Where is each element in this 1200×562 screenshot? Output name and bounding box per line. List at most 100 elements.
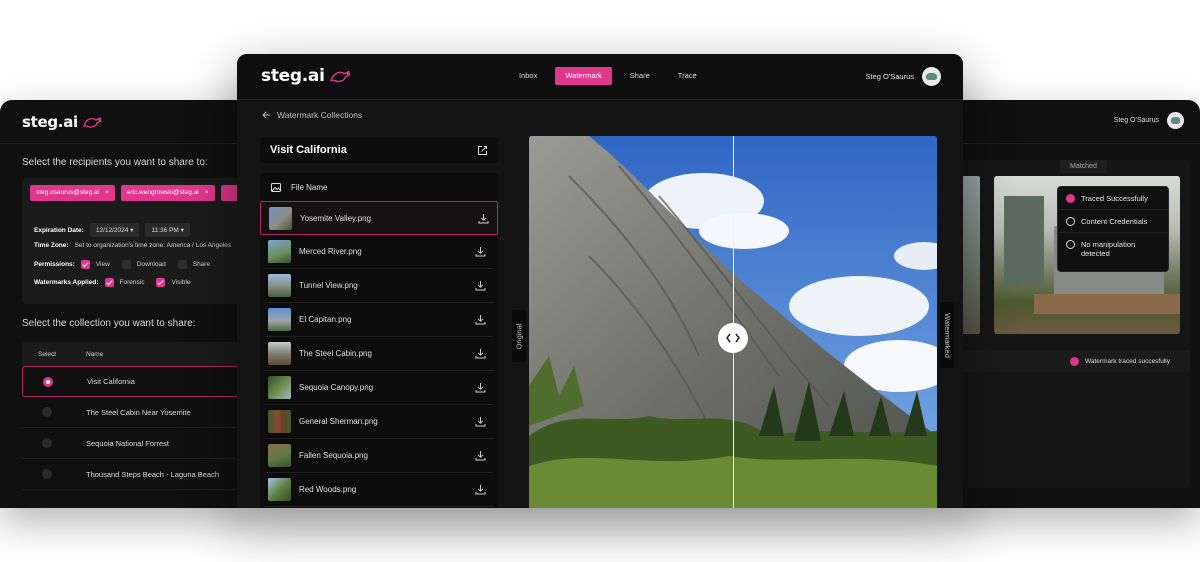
file-name: Sequoia Canopy.png	[299, 383, 374, 392]
trace-result-label: Content Credentials	[1081, 217, 1148, 226]
share-form: steg.osaurus@steg.ai × eric.wengrowski@st…	[22, 178, 250, 304]
share-window: steg.ai Select the recipients you want t…	[0, 100, 250, 508]
trace-result-item[interactable]: Content Credentials	[1058, 210, 1168, 233]
expiration-date: 12/12/2024	[95, 227, 129, 234]
collection-radio[interactable]	[43, 376, 53, 387]
file-name: Yosemite Valley.png	[300, 213, 372, 223]
trace-window: Steg O'Saurus Matched Traced Successfull…	[950, 100, 1200, 508]
trace-result-item: No manipulation detected	[1058, 233, 1168, 264]
file-name: Red Woods.png	[299, 485, 357, 494]
steg-logo[interactable]: steg.ai	[261, 66, 353, 86]
watermark-visible-checkbox[interactable]	[156, 278, 166, 287]
file-list: File Name Yosemite Valley.png Merced Riv…	[260, 173, 498, 508]
file-list-header: File Name	[260, 173, 498, 201]
collection-name: Sequoia National Forrest	[86, 438, 169, 448]
app-header: steg.ai Inbox Watermark Share Trace Steg…	[237, 54, 963, 100]
watermarks-label: Watermarks Applied:	[34, 279, 99, 286]
steg-logo[interactable]: steg.ai	[22, 113, 104, 131]
file-name: General Sherman.png	[299, 417, 378, 426]
download-icon[interactable]	[475, 246, 486, 257]
file-row[interactable]: General Sherman.png	[264, 405, 494, 439]
tab-watermark[interactable]: Watermark	[555, 67, 612, 85]
check-circle-icon	[1066, 194, 1075, 203]
watermarked-label: Watermarked	[942, 312, 952, 358]
file-thumbnail	[268, 410, 291, 433]
permissions-row: Permissions: View Download Share	[34, 260, 210, 269]
download-icon[interactable]	[475, 450, 486, 461]
download-icon[interactable]	[475, 484, 486, 495]
file-thumbnail	[268, 342, 291, 365]
permission-download-label: Download	[136, 261, 166, 268]
watermark-forensic-checkbox[interactable]	[104, 278, 114, 287]
watermarked-side-label: Watermarked	[940, 302, 954, 368]
collection-name: The Steel Cabin Near Yosemite	[86, 407, 191, 417]
file-name-header: File Name	[291, 182, 328, 192]
trace-result-label: No manipulation detected	[1081, 240, 1136, 258]
table-row[interactable]: Visit California	[22, 366, 250, 397]
table-header: Select Name	[22, 342, 250, 366]
user-menu[interactable]: Steg O'Saurus	[865, 67, 941, 86]
download-icon[interactable]	[478, 213, 489, 224]
select-column-header: Select	[38, 350, 57, 358]
download-icon[interactable]	[475, 382, 486, 393]
logo-text: steg.ai	[261, 66, 325, 86]
watermark-window: steg.ai Inbox Watermark Share Trace Steg…	[237, 54, 963, 508]
recipient-chip[interactable]: steg.osaurus@steg.ai ×	[30, 185, 115, 201]
avatar[interactable]	[1167, 112, 1184, 129]
recipient-chips: steg.osaurus@steg.ai × eric.wengrowski@st…	[30, 185, 245, 201]
timezone-value: Set to organization's time zone: America…	[74, 242, 232, 249]
file-name: Tunnel View.png	[299, 281, 358, 290]
permission-share-checkbox[interactable]	[177, 260, 187, 269]
breadcrumb[interactable]: Watermark Collections	[262, 110, 362, 120]
compare-handle[interactable]	[718, 323, 748, 353]
file-row[interactable]: Fallen Sequoia.png	[264, 439, 494, 473]
original-image-preview	[962, 176, 980, 334]
permission-download-checkbox[interactable]	[121, 260, 131, 269]
collection-radio[interactable]	[42, 407, 52, 417]
table-row[interactable]: Thousand Steps Beach - Laguna Beach	[22, 459, 250, 490]
expiration-date-picker[interactable]: 12/12/2024 ▾	[89, 223, 140, 237]
download-icon[interactable]	[475, 314, 486, 325]
collection-radio[interactable]	[42, 469, 52, 479]
tab-share[interactable]: Share	[620, 67, 660, 85]
tab-inbox[interactable]: Inbox	[509, 67, 547, 85]
file-row[interactable]: El Capitan.png	[264, 303, 494, 337]
file-thumbnail	[268, 478, 291, 501]
expiration-time-picker[interactable]: 11:36 PM ▾	[145, 223, 190, 237]
comparison-viewer[interactable]	[529, 136, 937, 508]
permission-share-label: Share	[192, 261, 211, 268]
avatar[interactable]	[922, 67, 941, 86]
download-icon[interactable]	[475, 280, 486, 291]
file-row[interactable]: The Steel Cabin.png	[264, 337, 494, 371]
collection-radio[interactable]	[42, 438, 52, 448]
table-row[interactable]: The Steel Cabin Near Yosemite	[22, 397, 250, 428]
compare-divider[interactable]	[733, 136, 734, 508]
back-arrow-icon[interactable]	[262, 111, 271, 119]
file-row[interactable]: Sequoia Canopy.png	[264, 371, 494, 405]
dino-logo-icon	[83, 116, 102, 128]
recipient-chip[interactable]: eric.wengrowski@steg.ai ×	[120, 185, 215, 201]
file-row[interactable]: Red Woods.png	[264, 473, 494, 507]
remove-recipient-icon[interactable]: ×	[205, 189, 209, 196]
permissions-label: Permissions:	[34, 261, 75, 268]
download-icon[interactable]	[475, 416, 486, 427]
file-row[interactable]: Yosemite Valley.png	[260, 201, 498, 235]
file-row[interactable]: Tunnel View.png	[264, 269, 494, 303]
trace-result-label: Traced Successfully	[1081, 194, 1148, 203]
user-menu[interactable]: Steg O'Saurus	[1114, 112, 1184, 129]
tab-trace[interactable]: Trace	[668, 67, 707, 85]
edit-icon[interactable]	[477, 145, 488, 156]
download-icon[interactable]	[475, 348, 486, 359]
collection-select-title: Select the collection you want to share:	[22, 318, 196, 329]
file-name: El Capitan.png	[299, 315, 352, 324]
matched-label: Matched	[1060, 160, 1107, 173]
remove-recipient-icon[interactable]: ×	[105, 189, 109, 196]
timezone-label: Time Zone:	[34, 242, 69, 249]
file-row[interactable]: Merced River.png	[264, 235, 494, 269]
user-name: Steg O'Saurus	[1113, 117, 1159, 124]
trace-result-item: Traced Successfully	[1058, 187, 1168, 210]
trace-results-card: Traced Successfully Content Credentials …	[1057, 186, 1169, 272]
breadcrumb-label: Watermark Collections	[277, 110, 363, 120]
table-row[interactable]: Sequoia National Forrest	[22, 428, 250, 459]
permission-view-checkbox[interactable]	[80, 260, 90, 269]
